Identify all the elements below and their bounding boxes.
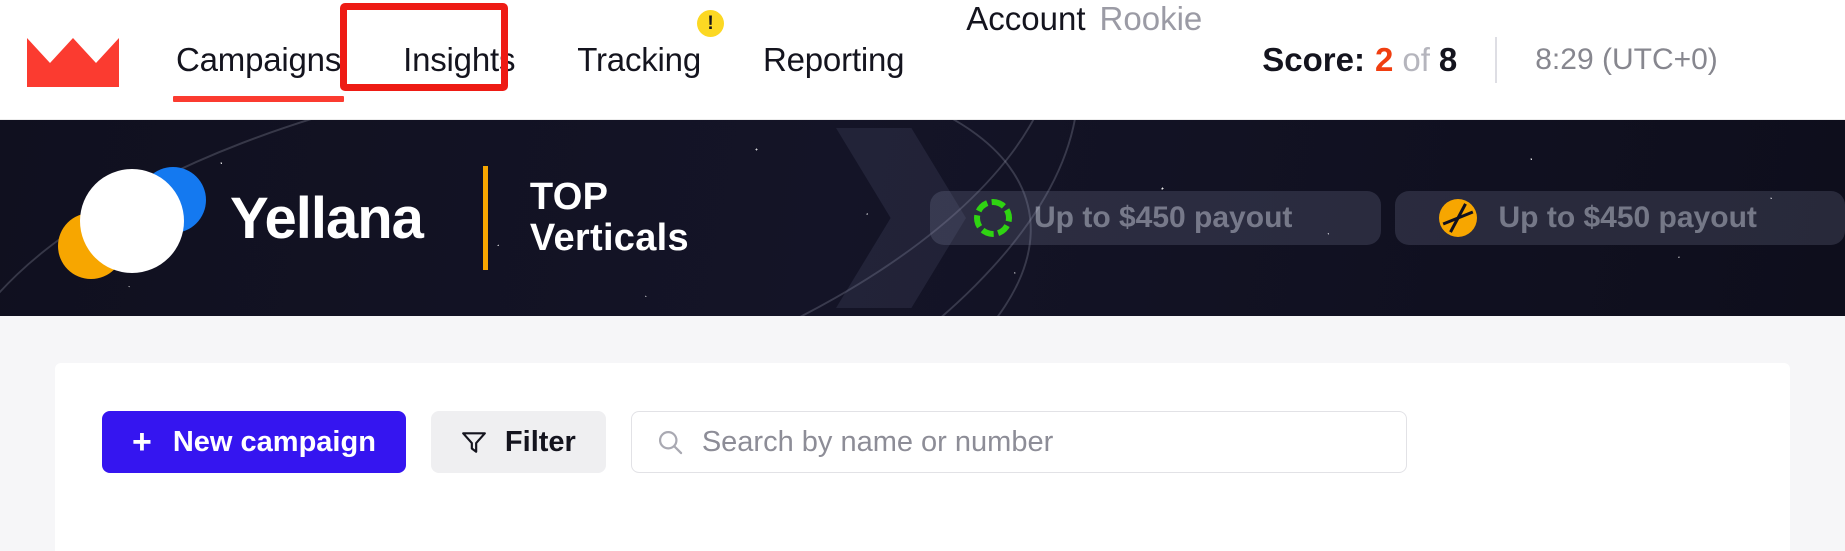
score-indicator: Score: 2 of 8: [1262, 41, 1457, 79]
brand-logo[interactable]: [0, 33, 145, 87]
green-ring-icon: [974, 198, 1012, 237]
banner-headline-line1: TOP: [529, 175, 609, 218]
nav-items: Campaigns Insights Tracking ! Reporting: [145, 0, 935, 120]
payout-card-label: Up to $450 payout: [1498, 200, 1757, 234]
banner-brand-name: Yellana: [230, 185, 424, 251]
score-max: 8: [1438, 40, 1458, 78]
nav-item-campaigns[interactable]: Campaigns: [145, 0, 372, 120]
yellana-logo-icon: [56, 159, 216, 279]
nav-item-label: Tracking: [577, 40, 701, 78]
new-campaign-button[interactable]: + New campaign: [102, 411, 406, 473]
payout-card-grid: Up to $450 payout Up to $450 payout: [930, 120, 1845, 316]
score-current: 2: [1374, 40, 1394, 78]
orange-ball-icon: [1438, 198, 1477, 237]
new-campaign-label: New campaign: [172, 425, 376, 458]
banner-headline-line2: Verticals: [529, 217, 689, 259]
nav-item-label: Campaigns: [176, 40, 342, 78]
header-divider: [1495, 36, 1498, 83]
clock-display: 8:29 (UTC+0): [1535, 42, 1718, 76]
filter-label: Filter: [504, 425, 576, 458]
filter-icon: [462, 432, 486, 453]
payout-card[interactable]: Up to $450 payout: [930, 191, 1381, 245]
filter-button[interactable]: Filter: [430, 411, 606, 473]
plus-icon: +: [132, 423, 152, 461]
campaigns-panel: + New campaign Filter: [55, 363, 1790, 551]
nav-item-tracking[interactable]: Tracking !: [546, 0, 732, 120]
banner-vertical-rule: [482, 166, 488, 270]
nav-item-reporting[interactable]: Reporting: [732, 0, 935, 120]
banner-branding: Yellana TOP Verticals: [0, 120, 689, 316]
score-label: Score:: [1262, 40, 1365, 78]
content-area: + New campaign Filter: [0, 316, 1845, 551]
payout-card-label: Up to $450 payout: [1034, 200, 1293, 234]
alert-badge-icon: !: [696, 9, 724, 37]
promo-banner[interactable]: Yellana TOP Verticals Up to $450 payout …: [0, 120, 1845, 316]
account-role: Rookie: [1099, 0, 1203, 37]
search-box[interactable]: [630, 411, 1407, 473]
campaigns-toolbar: + New campaign Filter: [102, 411, 1790, 473]
crown-icon: [26, 37, 119, 87]
banner-headline: TOP Verticals: [529, 175, 689, 259]
score-of: of: [1402, 40, 1430, 78]
nav-item-label: Insights: [403, 40, 516, 78]
account-label: Account: [966, 0, 1086, 37]
payout-card[interactable]: Up to $450 payout: [1394, 191, 1845, 245]
account-menu[interactable]: Account Rookie: [935, 0, 1222, 120]
nav-item-label: Reporting: [762, 40, 905, 78]
top-navigation-bar: Campaigns Insights Tracking ! Reporting …: [0, 0, 1845, 120]
search-icon: [658, 430, 683, 455]
nav-item-insights[interactable]: Insights: [372, 0, 546, 120]
search-input[interactable]: [701, 425, 1382, 459]
